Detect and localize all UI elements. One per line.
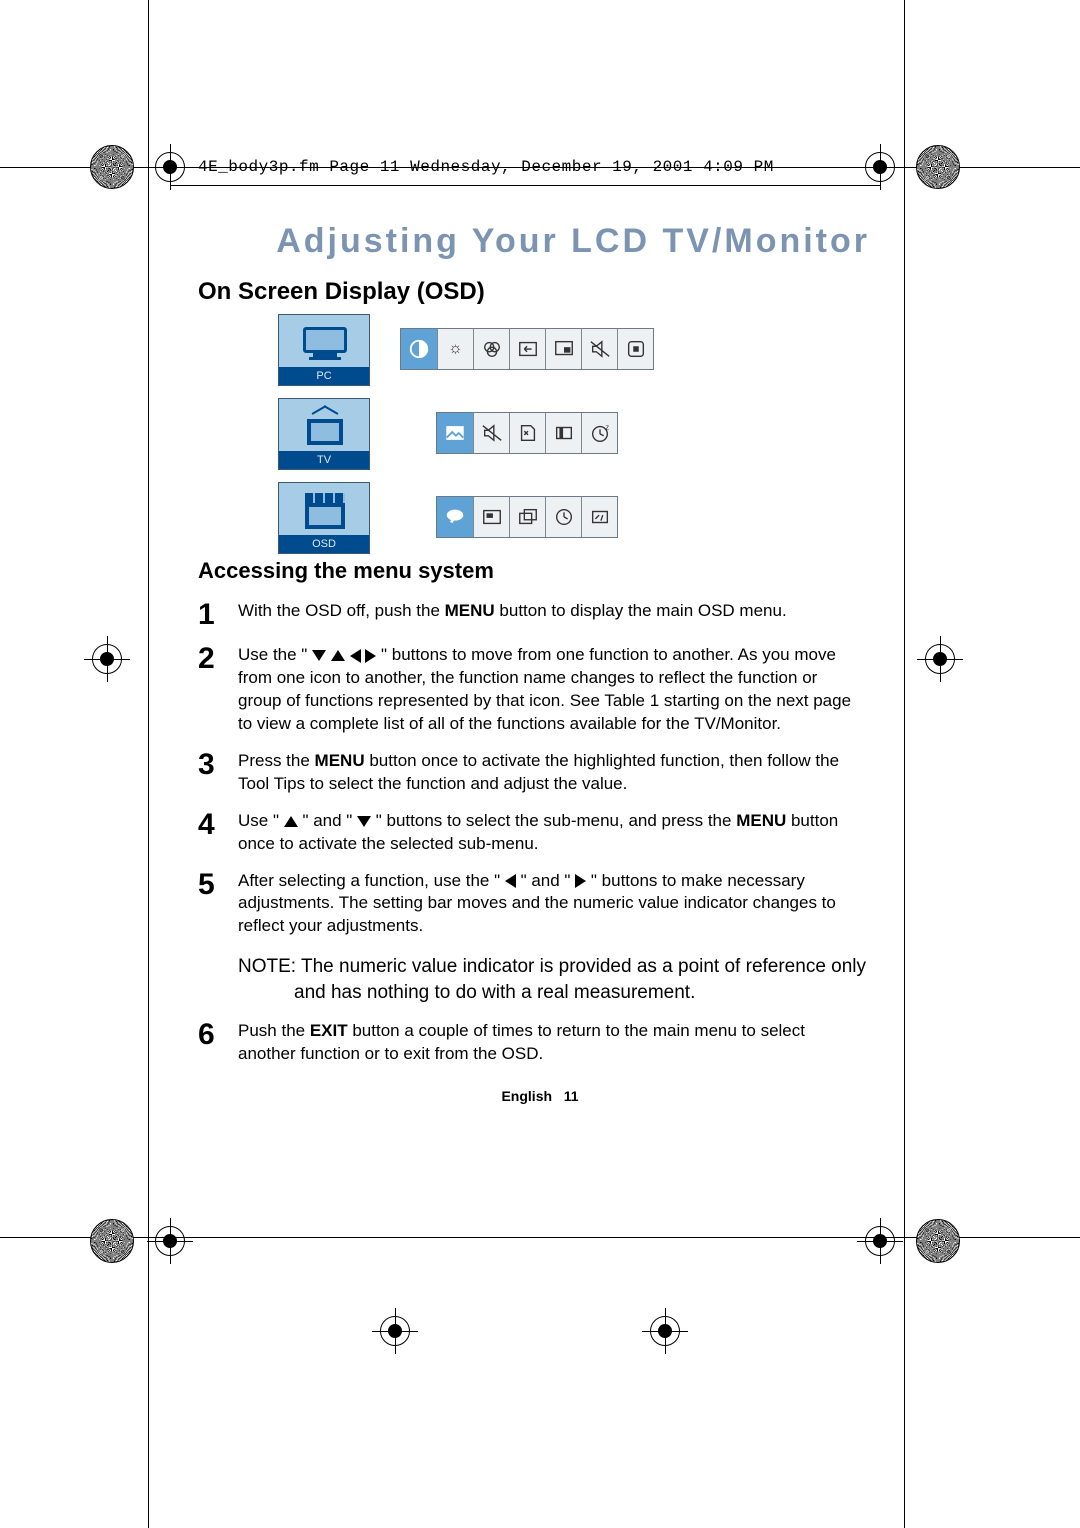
osd-mode-label: PC: [279, 367, 369, 385]
step-number: 4: [198, 810, 238, 856]
osd-row-tv: TV: [278, 398, 370, 470]
language-icon: [437, 497, 473, 537]
registration-mark: [90, 145, 134, 189]
osd-position-icon: [473, 497, 509, 537]
registration-target: [650, 1316, 680, 1346]
registration-mark: [916, 1219, 960, 1263]
inner-rule: [170, 185, 880, 186]
osd-mode-block-osd: OSD: [278, 482, 370, 554]
step-item: 6 Push the EXIT button a couple of times…: [198, 1020, 858, 1066]
footer-page-number: 11: [564, 1088, 579, 1104]
page-title: Adjusting Your LCD TV/Monitor: [0, 222, 870, 261]
tv-icon: [307, 409, 343, 447]
crop-line-right: [904, 0, 905, 1528]
step-item: 2 Use the " " buttons to move from one f…: [198, 644, 858, 736]
step-text: With the OSD off, push the MENU button t…: [238, 600, 787, 630]
osd-row-osd: OSD: [278, 482, 370, 554]
pc-monitor-icon: [303, 327, 347, 361]
page-header-meta: 4E_body3p.fm Page 11 Wednesday, December…: [198, 158, 774, 176]
position-icon: [509, 329, 545, 369]
channel-icon: [509, 413, 545, 453]
note-text: NOTE: The numeric value indicator is pro…: [238, 954, 868, 1005]
section-heading-osd: On Screen Display (OSD): [198, 278, 485, 306]
reset-icon: [581, 497, 617, 537]
section-heading-access: Accessing the menu system: [198, 558, 494, 584]
footer-language: English: [501, 1088, 552, 1104]
osd-icon-bar-pc: ☼: [400, 328, 654, 370]
color-icon: [473, 329, 509, 369]
osd-icon-bar-tv: z: [436, 412, 618, 454]
step-item: 4 Use " " and " " buttons to select the …: [198, 810, 858, 856]
brightness-icon: ☼: [437, 329, 473, 369]
exit-icon: [617, 329, 653, 369]
timer-icon: z: [581, 413, 617, 453]
audio-icon: [581, 329, 617, 369]
step-text: Use the " " buttons to move from one fun…: [238, 644, 858, 736]
multi-window-icon: [509, 497, 545, 537]
registration-target: [865, 152, 895, 182]
svg-text:z: z: [605, 422, 609, 431]
step-item: 5 After selecting a function, use the " …: [198, 870, 858, 939]
pip-icon: [545, 329, 581, 369]
osd-window-icon: [305, 493, 345, 531]
step-text: After selecting a function, use the " " …: [238, 870, 858, 939]
osd-row-pc: PC: [278, 314, 370, 386]
step-number: 1: [198, 600, 238, 630]
step-number: 5: [198, 870, 238, 939]
osd-icon-bar-osd: [436, 496, 618, 538]
registration-mark: [916, 145, 960, 189]
step-number: 2: [198, 644, 238, 736]
osd-mode-block-pc: PC: [278, 314, 370, 386]
registration-target: [380, 1316, 410, 1346]
page-footer: English 11: [0, 1088, 1080, 1104]
audio-icon: [473, 413, 509, 453]
registration-mark: [90, 1219, 134, 1263]
steps-list: 1 With the OSD off, push the MENU button…: [198, 586, 858, 1065]
osd-mode-block-tv: TV: [278, 398, 370, 470]
osd-timer-icon: [545, 497, 581, 537]
step-text: Use " " and " " buttons to select the su…: [238, 810, 858, 856]
registration-target: [925, 644, 955, 674]
registration-target: [155, 152, 185, 182]
step-text: Push the EXIT button a couple of times t…: [238, 1020, 858, 1066]
registration-target: [865, 1226, 895, 1256]
contrast-icon: [401, 329, 437, 369]
picture-icon: [437, 413, 473, 453]
step-item: 1 With the OSD off, push the MENU button…: [198, 600, 858, 630]
registration-target: [155, 1226, 185, 1256]
screen-icon: [545, 413, 581, 453]
osd-mode-label: TV: [279, 451, 369, 469]
step-number: 6: [198, 1020, 238, 1066]
osd-mode-label: OSD: [279, 535, 369, 553]
registration-target: [92, 644, 122, 674]
step-number: 3: [198, 750, 238, 796]
step-text: Press the MENU button once to activate t…: [238, 750, 858, 796]
step-item: 3 Press the MENU button once to activate…: [198, 750, 858, 796]
